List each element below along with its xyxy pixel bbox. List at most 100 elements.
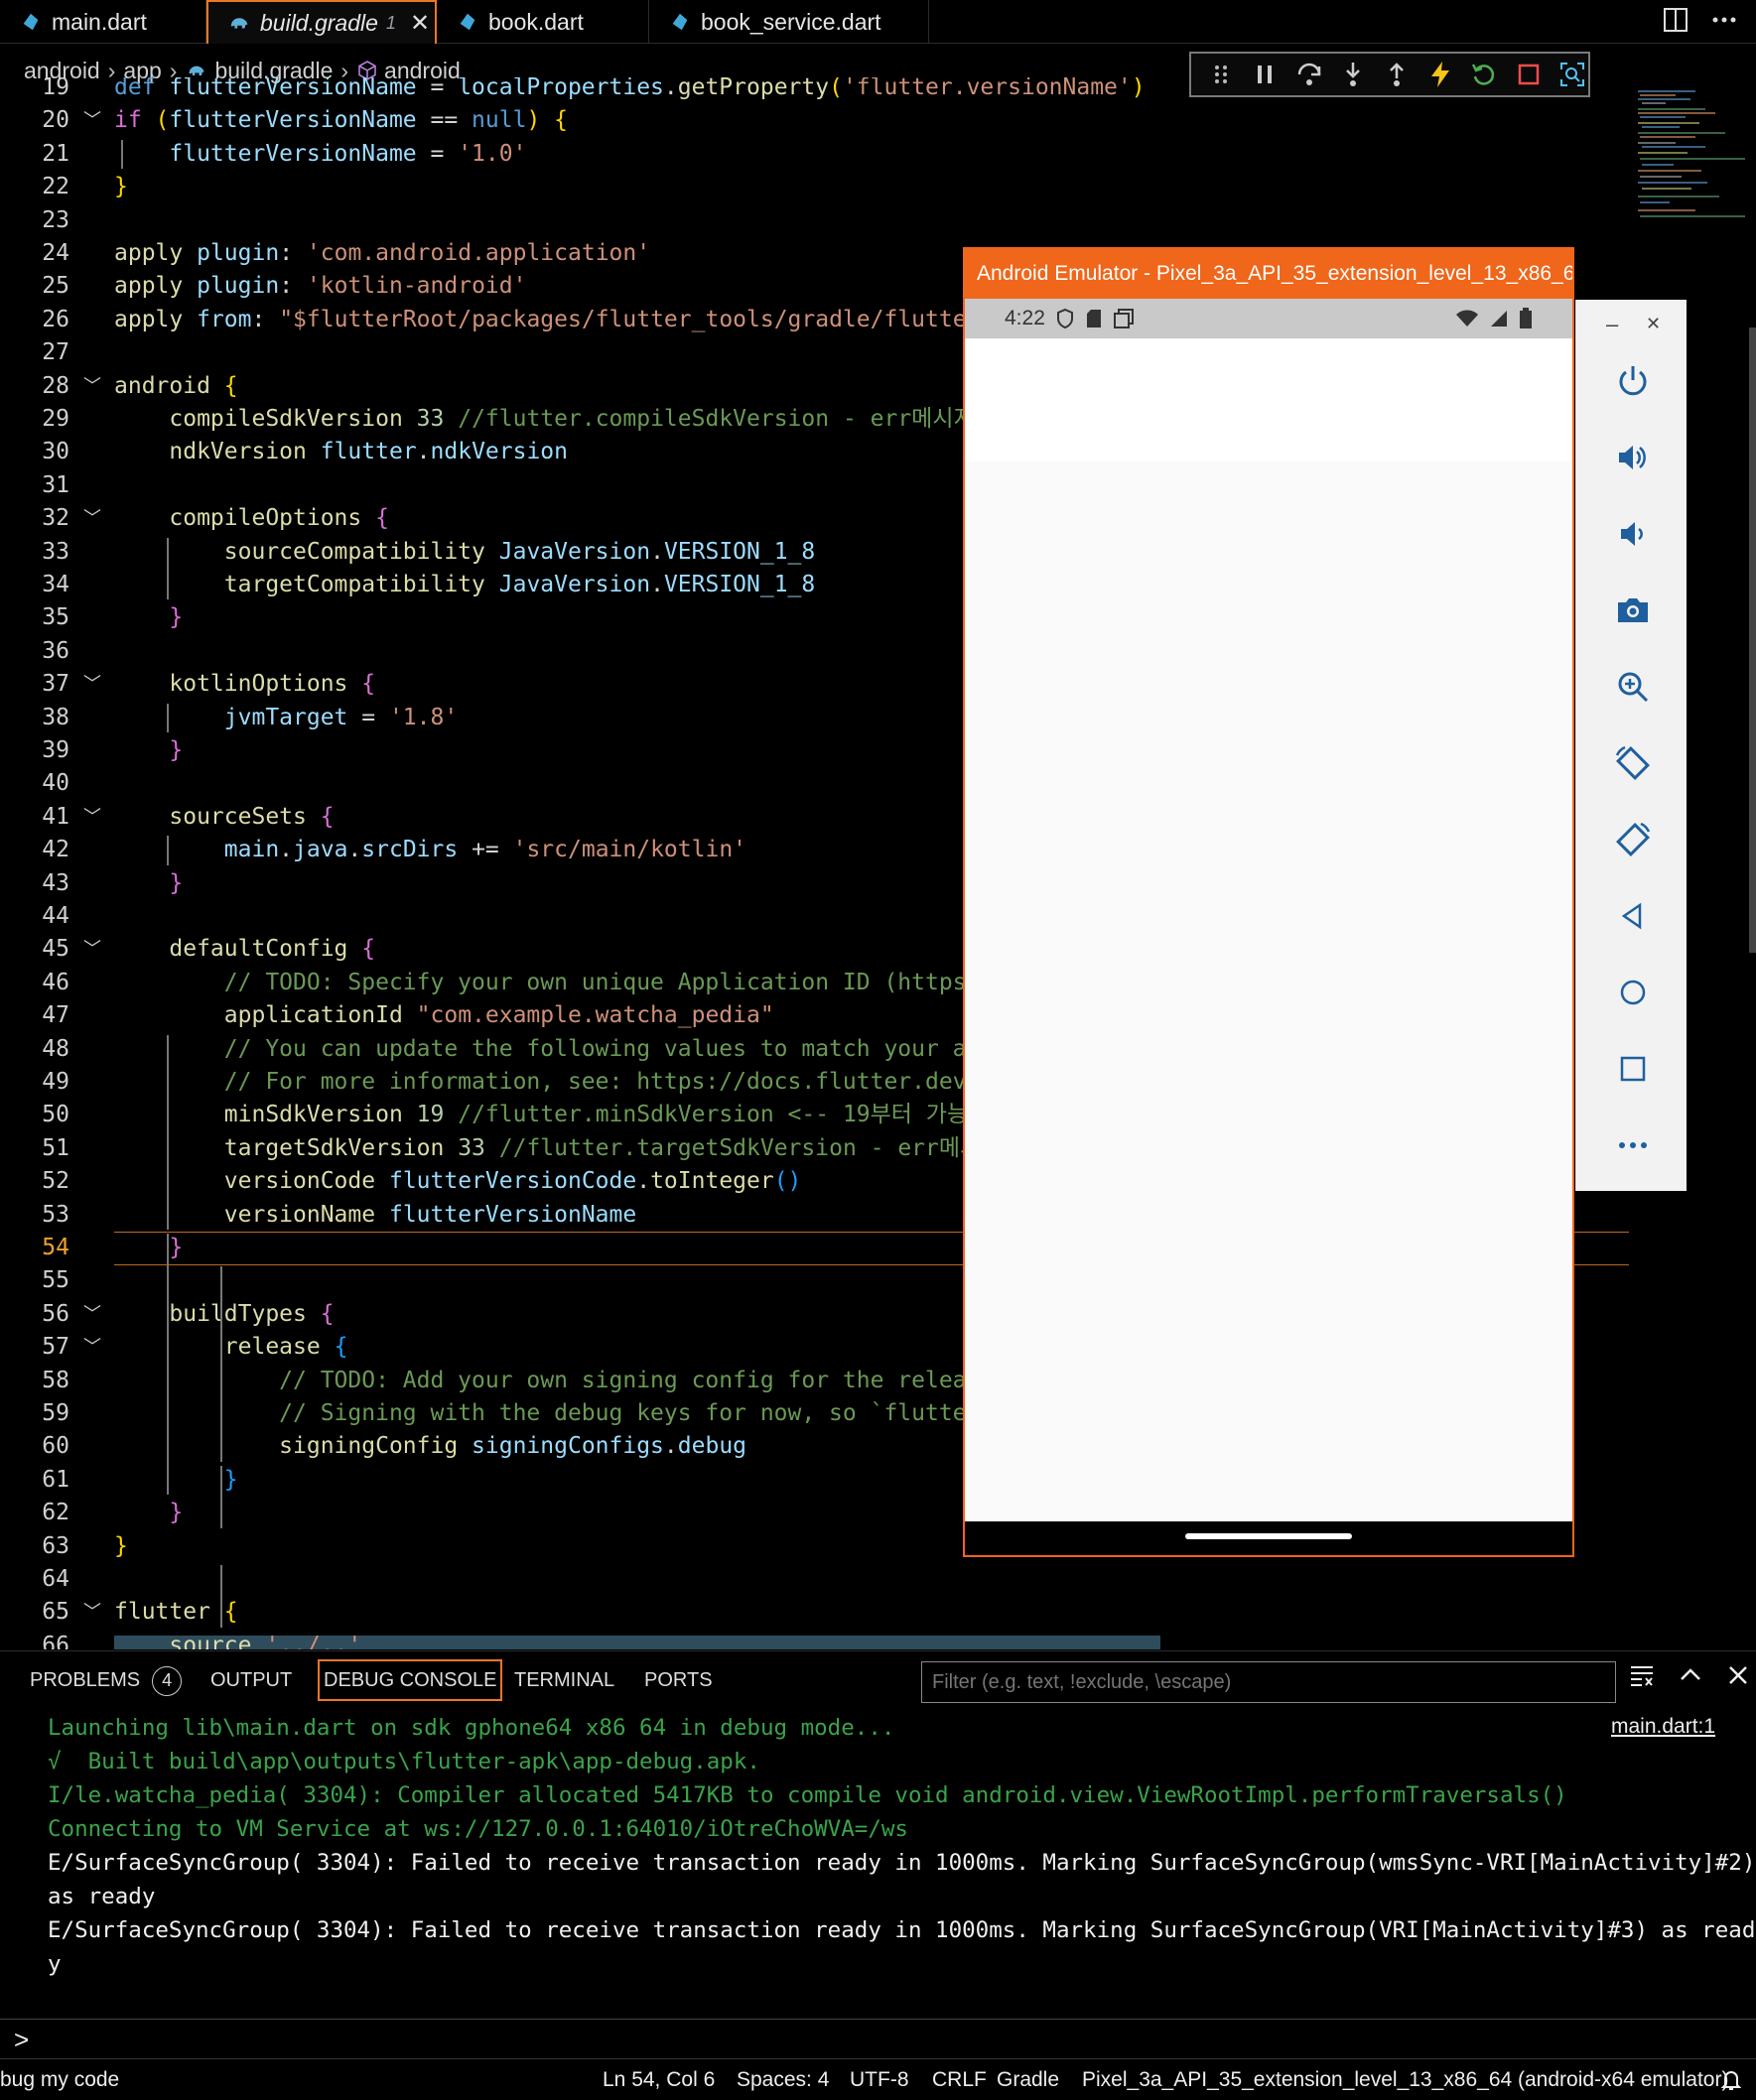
code-line[interactable]: 20 ﹀ if (flutterVersionName == null) { bbox=[0, 104, 1756, 137]
vertical-scrollbar[interactable] bbox=[1749, 328, 1756, 953]
code-line[interactable]: 23 bbox=[0, 204, 1756, 237]
line-number: 57 bbox=[42, 1334, 69, 1361]
tab-label: book_service.dart bbox=[701, 8, 881, 35]
minimap[interactable] bbox=[1636, 87, 1753, 236]
volume-down-icon[interactable] bbox=[1612, 513, 1654, 555]
restart-icon[interactable] bbox=[1468, 58, 1500, 91]
code-token: java bbox=[293, 837, 348, 863]
status-device[interactable]: Pixel_3a_API_35_extension_level_13_x86_6… bbox=[1082, 2059, 1728, 2100]
line-number: 38 bbox=[42, 704, 69, 730]
fold-chevron-icon[interactable]: ﹀ bbox=[83, 1596, 101, 1629]
code-line[interactable]: 22} bbox=[0, 171, 1756, 203]
more-actions-icon[interactable] bbox=[1710, 6, 1738, 34]
code-text: targetCompatibility JavaVersion.VERSION_… bbox=[114, 569, 815, 601]
fold-chevron-icon[interactable]: ﹀ bbox=[83, 801, 101, 834]
wifi-icon bbox=[1456, 310, 1478, 327]
line-number: 59 bbox=[42, 1400, 69, 1426]
split-editor-icon[interactable] bbox=[1663, 6, 1688, 34]
line-number: 40 bbox=[42, 770, 69, 797]
code-line[interactable]: 64 bbox=[0, 1563, 1756, 1596]
status-indentation[interactable]: Spaces: 4 bbox=[737, 2059, 829, 2100]
word-wrap-icon[interactable] bbox=[1628, 1661, 1656, 1689]
zoom-icon[interactable] bbox=[1612, 666, 1654, 708]
tab-book-dart[interactable]: book.dart bbox=[437, 0, 649, 44]
code-token: { bbox=[375, 505, 389, 532]
hot-reload-icon[interactable] bbox=[1424, 58, 1456, 91]
emulator-screen[interactable] bbox=[965, 338, 1572, 1521]
bottom-panel: PROBLEMS 4 OUTPUT DEBUG CONSOLE TERMINAL … bbox=[0, 1650, 1756, 2020]
code-line[interactable]: 65 ﹀ flutter { bbox=[0, 1596, 1756, 1629]
filter-input[interactable] bbox=[921, 1661, 1616, 1703]
line-number: 56 bbox=[42, 1300, 69, 1327]
fold-chevron-icon[interactable]: ﹀ bbox=[83, 370, 101, 403]
code-token: main bbox=[223, 837, 280, 863]
step-out-icon[interactable] bbox=[1381, 58, 1413, 91]
tab-output[interactable]: OUTPUT bbox=[210, 1659, 292, 1701]
drag-handle-icon[interactable] bbox=[1205, 58, 1237, 91]
home-gesture-pill[interactable] bbox=[1185, 1533, 1352, 1539]
status-language[interactable]: Gradle bbox=[997, 2059, 1059, 2100]
rotate-left-icon[interactable] bbox=[1612, 742, 1654, 784]
code-token: compileSdkVersion bbox=[169, 406, 403, 432]
tab-main-dart[interactable]: main.dart bbox=[0, 0, 206, 44]
overview-icon[interactable] bbox=[1612, 1048, 1654, 1090]
code-token: ndkVersion bbox=[169, 439, 307, 465]
tab-ports[interactable]: PORTS bbox=[644, 1659, 713, 1701]
chevron-up-icon[interactable] bbox=[1678, 1661, 1703, 1689]
status-cursor-position[interactable]: Ln 54, Col 6 bbox=[603, 2059, 715, 2100]
console-input[interactable]: > bbox=[0, 2019, 1756, 2058]
fold-chevron-icon[interactable]: ﹀ bbox=[83, 1298, 101, 1331]
line-number: 63 bbox=[42, 1532, 69, 1559]
close-button[interactable]: ✕ bbox=[1646, 314, 1661, 334]
console-line: √ Built build\app\outputs\flutter-apk\ap… bbox=[48, 1749, 760, 1774]
code-text: } bbox=[114, 171, 128, 203]
minimize-button[interactable]: – bbox=[1606, 312, 1618, 337]
tab-terminal[interactable]: TERMINAL bbox=[514, 1659, 614, 1701]
stop-icon[interactable] bbox=[1513, 58, 1545, 91]
step-into-icon[interactable] bbox=[1337, 58, 1369, 91]
more-icon[interactable] bbox=[1612, 1124, 1654, 1166]
back-icon[interactable] bbox=[1612, 895, 1654, 937]
line-number: 23 bbox=[42, 206, 69, 233]
tab-problems[interactable]: PROBLEMS 4 bbox=[30, 1659, 183, 1701]
close-icon[interactable] bbox=[1725, 1661, 1751, 1689]
source-link[interactable]: main.dart:1 bbox=[1611, 1715, 1715, 1739]
tab-build-gradle[interactable]: build.gradle 1 ✕ bbox=[206, 0, 437, 44]
indent-guide bbox=[121, 139, 123, 170]
rotate-right-icon[interactable] bbox=[1612, 819, 1654, 860]
code-line[interactable]: 66 source '../..' bbox=[0, 1630, 1756, 1649]
tab-book-service-dart[interactable]: book_service.dart bbox=[649, 0, 929, 44]
status-encoding[interactable]: UTF-8 bbox=[850, 2059, 909, 2100]
volume-up-icon[interactable] bbox=[1612, 437, 1654, 478]
code-token: versionCode bbox=[223, 1168, 376, 1195]
android-emulator-window: Android Emulator - Pixel_3a_API_35_exten… bbox=[963, 247, 1574, 1557]
status-eol[interactable]: CRLF bbox=[932, 2059, 987, 2100]
pause-icon[interactable] bbox=[1249, 58, 1281, 91]
status-debug-label[interactable]: bug my code bbox=[0, 2059, 119, 2100]
step-over-icon[interactable] bbox=[1292, 58, 1324, 91]
console-line: I/le.watcha_pedia( 3304): Compiler alloc… bbox=[48, 1782, 1567, 1808]
tab-debug-console[interactable]: DEBUG CONSOLE bbox=[318, 1659, 503, 1701]
line-number: 26 bbox=[42, 306, 69, 332]
close-icon[interactable]: ✕ bbox=[410, 9, 430, 38]
fold-chevron-icon[interactable]: ﹀ bbox=[83, 104, 101, 137]
code-line[interactable]: 21 flutterVersionName = '1.0' bbox=[0, 138, 1756, 171]
fold-chevron-icon[interactable]: ﹀ bbox=[83, 1331, 101, 1364]
camera-icon[interactable] bbox=[1612, 590, 1654, 631]
fold-chevron-icon[interactable]: ﹀ bbox=[83, 933, 101, 966]
code-token: jvmTarget bbox=[223, 704, 348, 730]
fold-chevron-icon[interactable]: ﹀ bbox=[83, 668, 101, 701]
fold-chevron-icon[interactable]: ﹀ bbox=[83, 502, 101, 535]
power-icon[interactable] bbox=[1612, 360, 1654, 402]
bell-icon[interactable] bbox=[1719, 2068, 1743, 2092]
emulator-title[interactable]: Android Emulator - Pixel_3a_API_35_exten… bbox=[965, 249, 1572, 299]
console-line: E/SurfaceSyncGroup( 3304): Failed to rec… bbox=[48, 1850, 1756, 1876]
widget-inspector-icon[interactable] bbox=[1556, 58, 1588, 91]
home-icon[interactable] bbox=[1612, 972, 1654, 1013]
